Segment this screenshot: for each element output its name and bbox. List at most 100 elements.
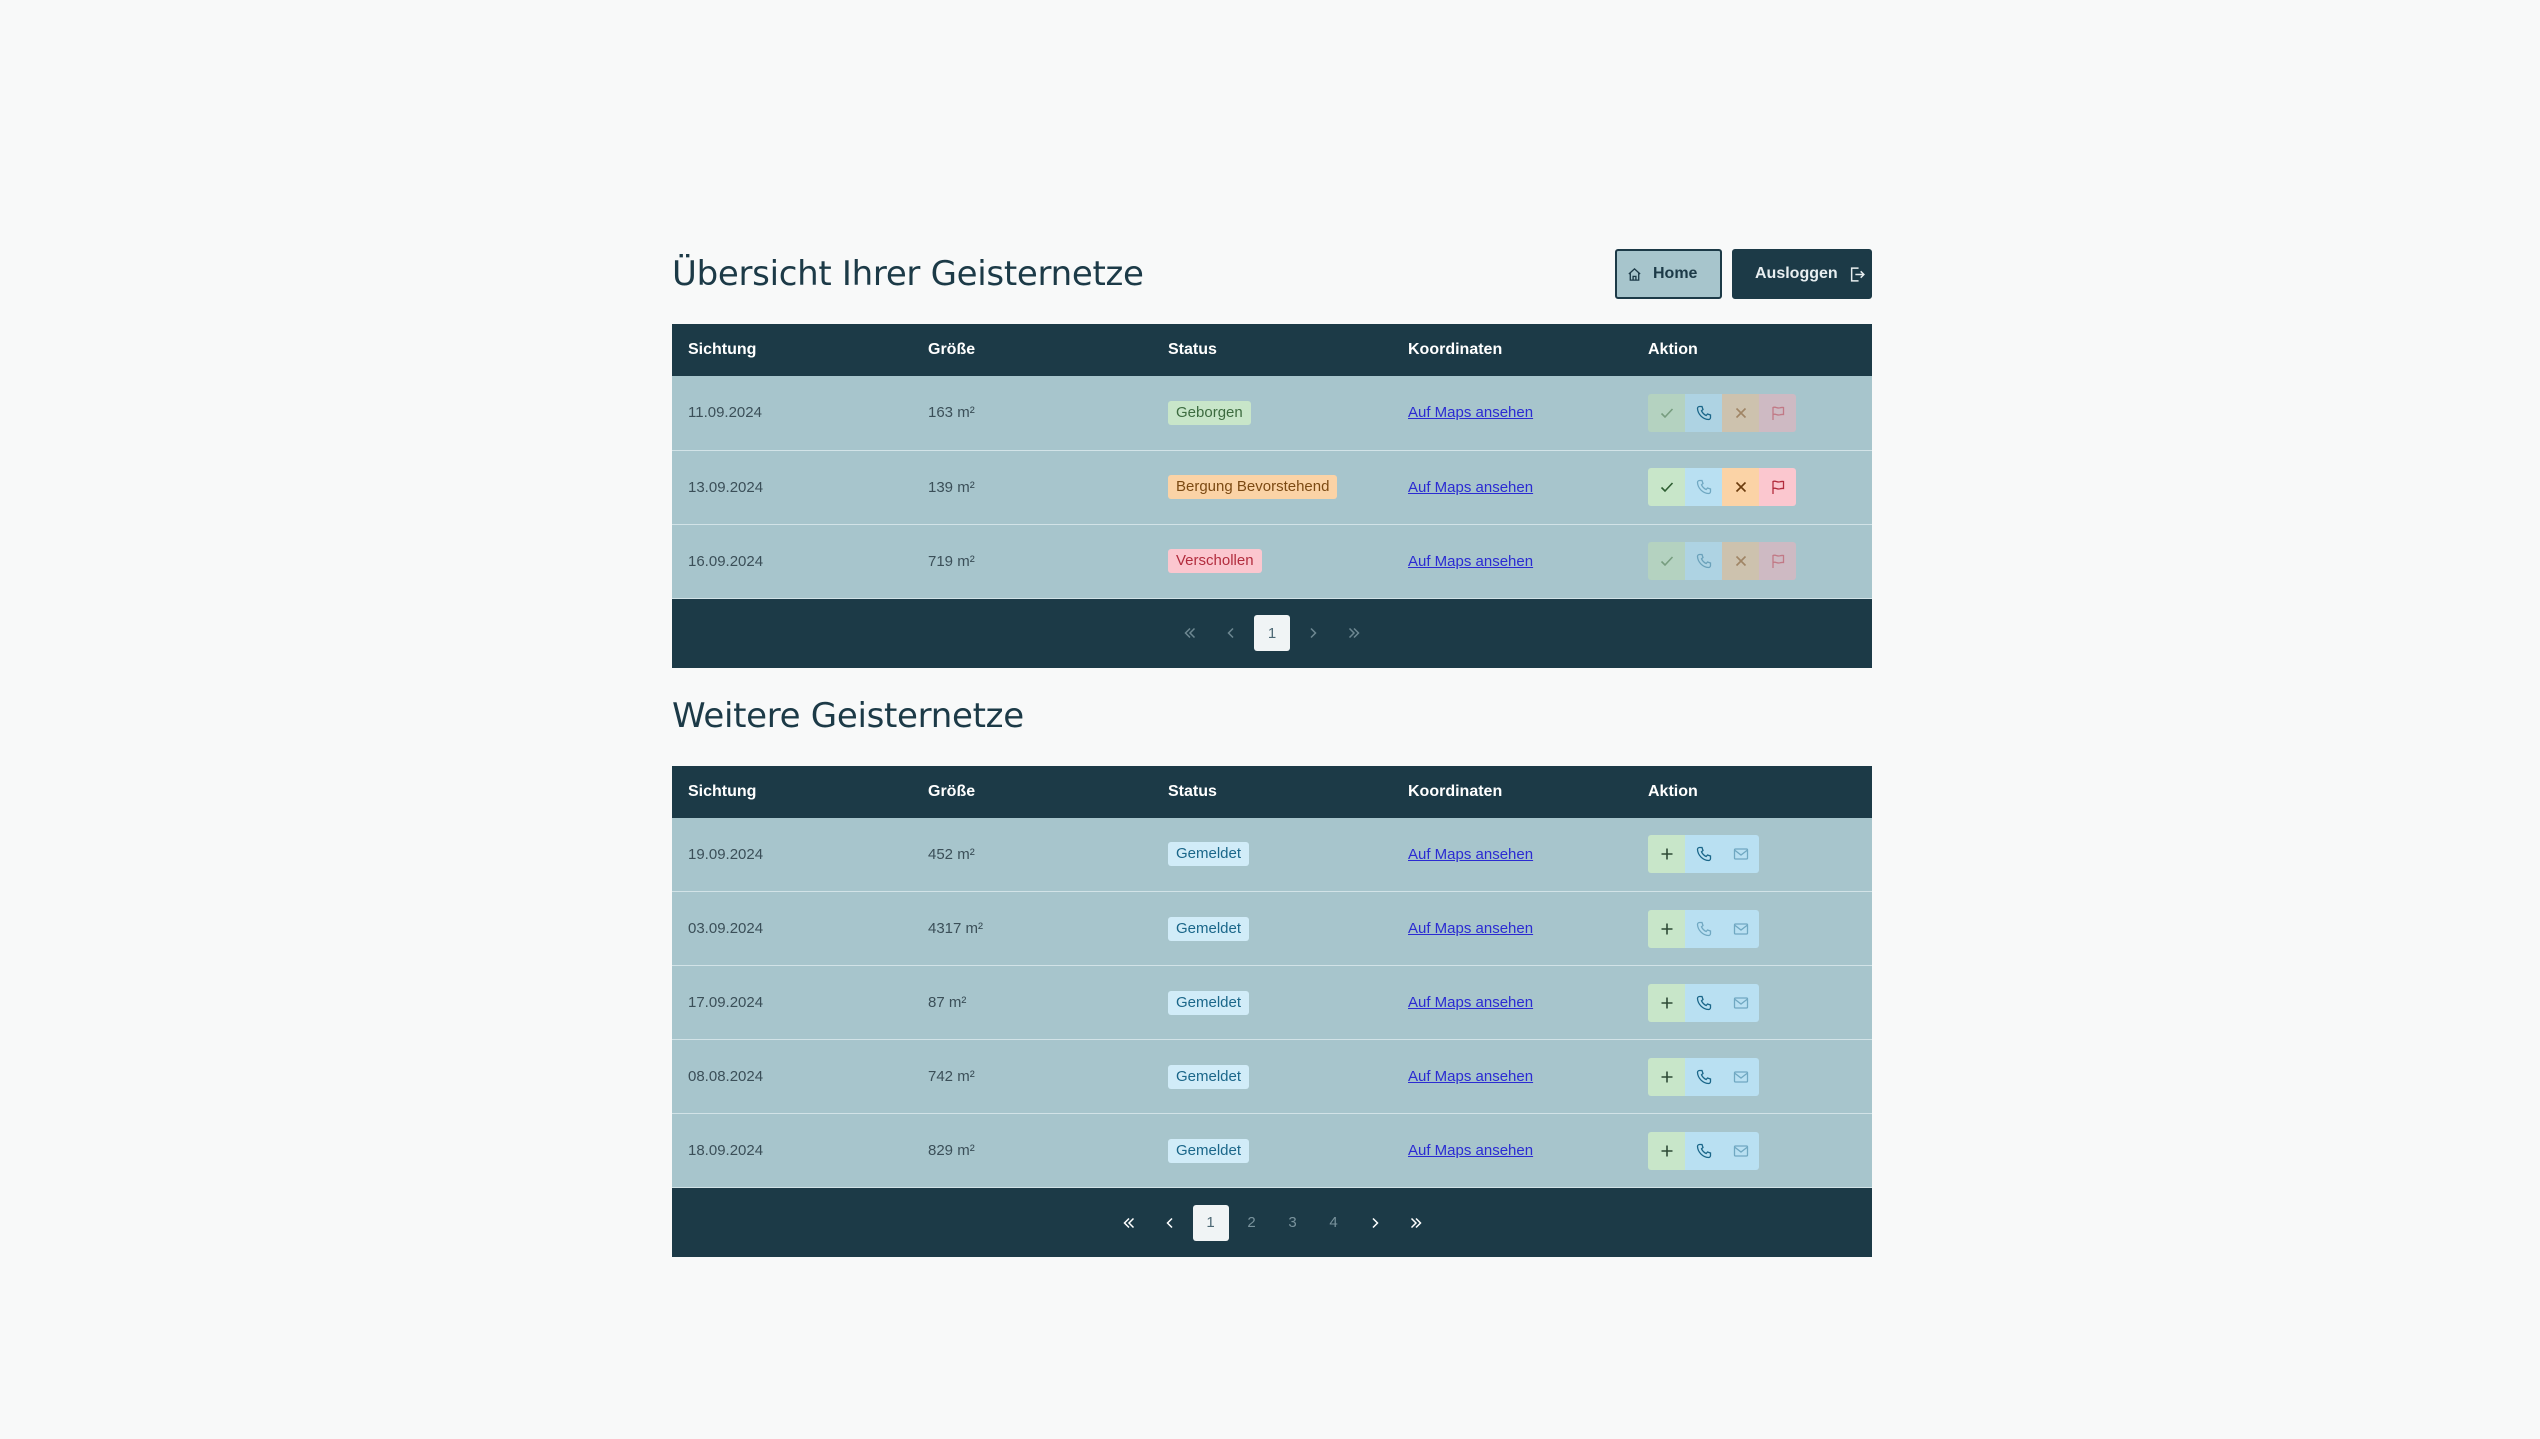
call-button[interactable] (1685, 1057, 1722, 1096)
claim-net-button[interactable] (1648, 983, 1685, 1022)
maps-link[interactable]: Auf Maps ansehen (1408, 846, 1533, 863)
last-page-button[interactable] (1336, 615, 1372, 651)
email-button[interactable] (1722, 1131, 1759, 1170)
phone-icon (1696, 479, 1711, 495)
envelope-icon (1733, 848, 1748, 860)
action-button-group (1648, 983, 1872, 1022)
call-button[interactable] (1685, 468, 1722, 506)
sighting-date: 11.09.2024 (688, 404, 762, 422)
chevron-right-icon (1310, 627, 1317, 639)
maps-link[interactable]: Auf Maps ansehen (1408, 920, 1533, 937)
call-button[interactable] (1685, 909, 1722, 948)
coordinates-cell: Auf Maps ansehen (1392, 450, 1632, 524)
net-size: 87 m² (928, 994, 967, 1011)
report-missing-button[interactable] (1759, 542, 1796, 580)
claim-net-button[interactable] (1648, 835, 1685, 874)
sighting-date: 08.08.2024 (688, 1068, 764, 1085)
email-button[interactable] (1722, 1057, 1759, 1096)
email-button[interactable] (1722, 909, 1759, 948)
page-button-4[interactable]: 4 (1316, 1205, 1352, 1241)
logout-button-label: Ausloggen (1755, 265, 1838, 282)
report-missing-button[interactable] (1759, 393, 1796, 432)
header-button-group: Home Ausloggen (1615, 249, 1872, 299)
coordinates-cell: Auf Maps ansehen (1392, 818, 1632, 892)
first-page-button[interactable] (1111, 1205, 1147, 1241)
table-row: 18.09.2024 829 m² Gemeldet Auf Maps anse… (672, 1113, 1872, 1188)
prev-page-button[interactable] (1152, 1205, 1188, 1241)
column-header-status: Status (1168, 782, 1217, 800)
confirm-recovered-button[interactable] (1648, 468, 1685, 506)
flag-icon (1771, 406, 1784, 420)
home-button[interactable]: Home (1615, 249, 1722, 299)
page-button-3[interactable]: 3 (1275, 1205, 1311, 1241)
maps-link[interactable]: Auf Maps ansehen (1408, 994, 1533, 1011)
home-button-label: Home (1653, 265, 1698, 282)
next-page-button[interactable] (1357, 1205, 1393, 1241)
page-button[interactable]: 1 (1254, 615, 1290, 651)
column-header-aktion: Aktion (1648, 341, 1698, 358)
cancel-button[interactable] (1722, 393, 1759, 432)
cancel-button[interactable] (1722, 468, 1759, 506)
envelope-icon (1733, 922, 1748, 935)
phone-icon (1696, 847, 1711, 862)
column-header-koordinaten: Koordinaten (1408, 782, 1503, 800)
maps-link[interactable]: Auf Maps ansehen (1408, 1142, 1533, 1159)
column-header-groesse: Größe (928, 341, 976, 358)
net-size: 742 m² (928, 1068, 975, 1085)
status-badge: Gemeldet (1168, 842, 1250, 867)
prev-page-button[interactable] (1213, 615, 1249, 651)
phone-icon (1696, 995, 1711, 1010)
call-button[interactable] (1685, 393, 1722, 432)
status-cell: Gemeldet (1152, 892, 1392, 966)
confirm-recovered-button[interactable] (1648, 542, 1685, 580)
column-header-koordinaten: Koordinaten (1408, 341, 1503, 358)
page-button-2[interactable]: 2 (1234, 1205, 1270, 1241)
maps-link[interactable]: Auf Maps ansehen (1408, 553, 1533, 570)
sighting-date: 17.09.2024 (688, 994, 764, 1011)
status-cell: Gemeldet (1152, 1040, 1392, 1114)
sighting-date: 19.09.2024 (688, 845, 764, 863)
column-header-status: Status (1168, 341, 1217, 358)
status-cell: Geborgen (1152, 376, 1392, 450)
status-cell: Gemeldet (1152, 818, 1392, 892)
confirm-recovered-button[interactable] (1648, 393, 1685, 432)
action-cell (1632, 818, 1872, 892)
phone-icon (1696, 1069, 1711, 1084)
check-icon (1660, 482, 1673, 493)
flag-icon (1771, 480, 1784, 494)
claim-net-button[interactable] (1648, 1131, 1685, 1170)
other-nets-table: Sichtung Größe Status Koordinaten Aktion… (672, 765, 1872, 1189)
maps-link[interactable]: Auf Maps ansehen (1408, 404, 1533, 421)
claim-net-button[interactable] (1648, 1057, 1685, 1096)
call-button[interactable] (1685, 835, 1722, 874)
chevron-right-icon (1371, 1217, 1379, 1228)
call-button[interactable] (1685, 1131, 1722, 1170)
column-header-sichtung: Sichtung (688, 341, 757, 358)
page-button-1[interactable]: 1 (1192, 1204, 1229, 1241)
sighting-date: 03.09.2024 (688, 920, 764, 937)
plus-icon (1661, 1071, 1672, 1082)
call-button[interactable] (1685, 983, 1722, 1022)
claim-net-button[interactable] (1648, 909, 1685, 948)
logout-button[interactable]: Ausloggen (1732, 249, 1872, 299)
main-container: Übersicht Ihrer Geisternetze Home Auslog… (672, 249, 1872, 1257)
cancel-button[interactable] (1722, 542, 1759, 580)
action-button-group (1648, 1057, 1872, 1096)
plus-icon (1661, 923, 1672, 934)
report-missing-button[interactable] (1759, 468, 1796, 506)
coordinates-cell: Auf Maps ansehen (1392, 966, 1632, 1040)
call-button[interactable] (1685, 542, 1722, 580)
maps-link[interactable]: Auf Maps ansehen (1408, 479, 1533, 496)
maps-link[interactable]: Auf Maps ansehen (1408, 1068, 1533, 1085)
plus-icon (1661, 1145, 1672, 1156)
check-icon (1660, 408, 1673, 418)
first-page-button[interactable] (1172, 615, 1208, 651)
email-button[interactable] (1722, 983, 1759, 1022)
envelope-icon (1733, 996, 1748, 1009)
email-button[interactable] (1722, 835, 1759, 874)
other-nets-pagination: 1 2 3 4 (672, 1188, 1872, 1257)
next-page-button[interactable] (1295, 615, 1331, 651)
last-page-button[interactable] (1398, 1205, 1434, 1241)
net-size: 829 m² (928, 1142, 975, 1159)
action-cell (1632, 524, 1872, 598)
